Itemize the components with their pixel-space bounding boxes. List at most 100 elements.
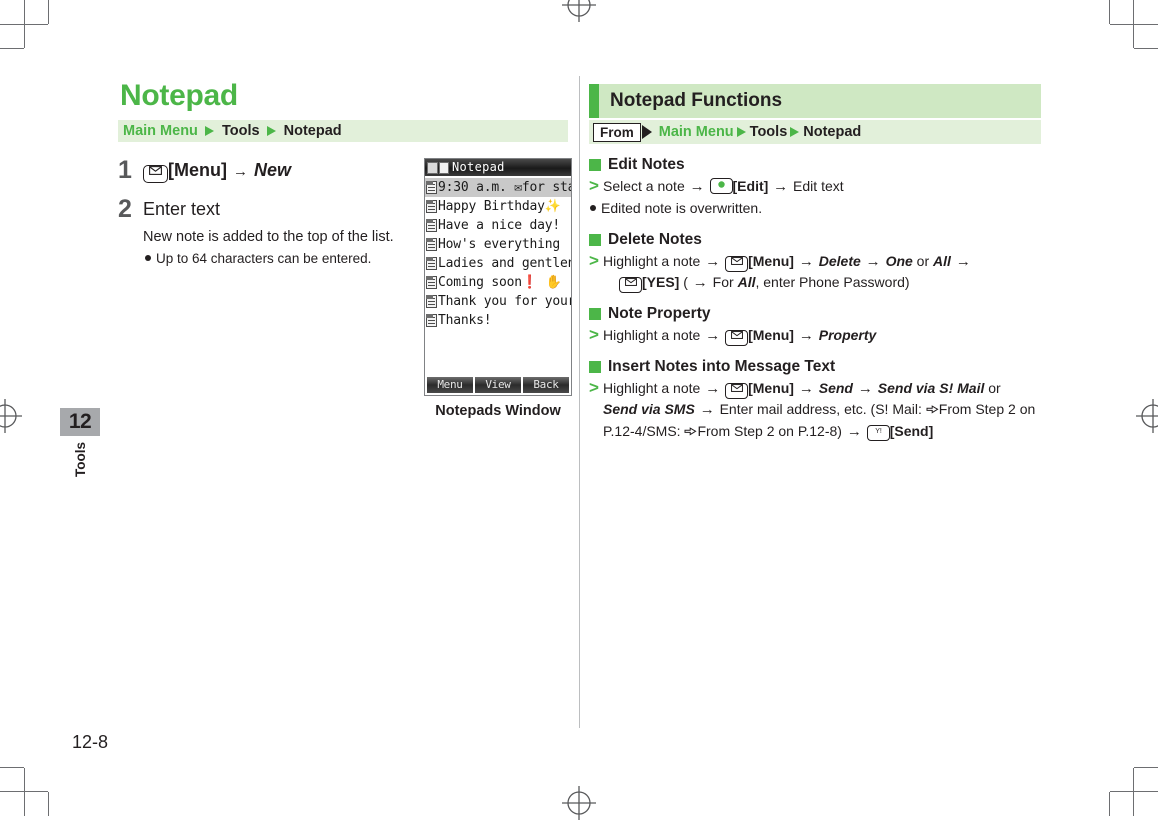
arrow-right-icon: → [865, 253, 881, 270]
list-item[interactable]: Thanks! [425, 311, 571, 330]
right-column: Notepad Functions From Main Menu Tools N… [589, 84, 1041, 443]
note-icon [426, 276, 437, 289]
crop-mark [1110, 24, 1158, 25]
envelope-key-icon [725, 330, 749, 346]
list-item[interactable]: Happy Birthday✨ [425, 197, 571, 216]
step-number: 2 [118, 195, 132, 223]
yhot-key-icon: Y! [866, 425, 890, 441]
functions-header-title: Notepad Functions [610, 90, 783, 111]
section-title: Delete Notes [589, 230, 1041, 249]
procedure-text: Highlight a note → [Menu] → Delete → One… [603, 253, 971, 293]
green-square-icon [589, 307, 601, 320]
note-icon [426, 181, 437, 194]
softkey-menu[interactable]: Menu [427, 377, 473, 393]
list-item[interactable]: 9:30 a.m. ✉for sta [425, 178, 571, 197]
breadcrumb-item-main-menu[interactable]: Main Menu [659, 124, 734, 140]
breadcrumb-item-tools[interactable]: Tools [222, 123, 260, 139]
arrow-right-icon: → [233, 163, 248, 180]
phone-note-list: 9:30 a.m. ✉for sta Happy Birthday✨ Have … [425, 176, 571, 330]
arrow-right-icon: → [705, 253, 721, 270]
list-item-label: Thank you for your [438, 294, 571, 309]
section-procedure: > Select a note → [Edit] → Edit text [589, 176, 1041, 197]
section-title-text: Delete Notes [608, 231, 702, 248]
svg-text:Y!: Y! [875, 428, 882, 435]
note-icon [426, 257, 437, 270]
pointing-hand-icon [684, 422, 698, 443]
list-item[interactable]: Thank you for your [425, 292, 571, 311]
breadcrumb-item-notepad[interactable]: Notepad [803, 124, 861, 140]
arrow-right-icon: → [773, 178, 789, 195]
arrow-right-icon: → [798, 380, 814, 397]
crop-mark [0, 48, 24, 49]
memo-icon [439, 161, 449, 174]
phone-softkey-bar: Menu View Back [425, 377, 571, 393]
section-title-text: Insert Notes into Message Text [608, 358, 836, 375]
procedure-text: Select a note → [Edit] → Edit text [603, 178, 844, 195]
list-item-label: Happy Birthday✨ [438, 199, 561, 214]
from-breadcrumb: From Main Menu Tools Notepad [589, 120, 1041, 144]
list-item-label: Ladies and gentlen [438, 256, 571, 271]
phone-screen: Notepad 9:30 a.m. ✉for sta Happy Birthda… [424, 158, 572, 396]
phone-title-text: Notepad [452, 160, 505, 174]
arrow-right-icon: → [705, 380, 721, 397]
phone-title-icons [427, 161, 449, 174]
step-description: New note is added to the top of the list… [143, 229, 394, 245]
breadcrumb: Main Menu Tools Notepad [118, 120, 568, 142]
section-title: Edit Notes [589, 155, 1041, 174]
list-item[interactable]: Have a nice day! [425, 216, 571, 235]
step-number: 1 [118, 156, 132, 184]
green-square-icon [589, 233, 601, 246]
list-item-label: Coming soon❗ ✋ [438, 275, 562, 290]
pointing-hand-icon [926, 400, 939, 421]
breadcrumb-item-tools[interactable]: Tools [750, 124, 788, 140]
chevron-right-icon: > [589, 378, 599, 397]
step-bullet-text: Up to 64 characters can be entered. [156, 251, 372, 266]
note-icon [426, 314, 437, 327]
breadcrumb-item-notepad[interactable]: Notepad [284, 123, 342, 139]
phone-screenshot: Notepad 9:30 a.m. ✉for sta Happy Birthda… [424, 158, 572, 419]
softkey-view[interactable]: View [475, 377, 521, 393]
section-title-text: Note Property [608, 305, 711, 322]
step-2: 2 Enter text New note is added to the to… [118, 195, 418, 268]
step-action: New [254, 160, 292, 180]
triangle-right-icon [736, 127, 746, 137]
from-label: From [593, 122, 641, 142]
section-insert-notes: Insert Notes into Message Text > Highlig… [589, 357, 1041, 443]
crop-mark [0, 24, 48, 25]
bullet-dot-icon [590, 205, 596, 211]
arrow-right-icon: → [846, 423, 862, 440]
green-square-icon [589, 360, 601, 373]
step-instruction: Enter text [143, 199, 221, 219]
triangle-right-icon [641, 125, 652, 139]
breadcrumb-item-main-menu[interactable]: Main Menu [123, 123, 198, 139]
note-icon [426, 219, 437, 232]
note-icon [426, 238, 437, 251]
chapter-tab: 12 Tools [60, 408, 100, 482]
note-icon [426, 200, 437, 213]
steps-list: 1 [Menu] → New 2 Enter text New note is … [118, 156, 418, 268]
list-item[interactable]: Coming soon❗ ✋ [425, 273, 571, 292]
list-item-label: 9:30 a.m. ✉for sta [438, 180, 571, 195]
section-procedure: > Highlight a note → [Menu] → Property [589, 325, 1041, 346]
phone-title-bar: Notepad [425, 159, 571, 176]
procedure-text: Highlight a note → [Menu] → Send → Send … [603, 378, 1041, 443]
page-title: Notepad [120, 79, 238, 112]
section-title: Insert Notes into Message Text [589, 357, 1041, 376]
crop-mark [1109, 792, 1110, 816]
envelope-key-icon [725, 256, 749, 272]
crop-mark [48, 792, 49, 816]
list-item[interactable]: How's everything [425, 235, 571, 254]
softkey-back[interactable]: Back [523, 377, 569, 393]
list-item-label: Thanks! [438, 313, 492, 328]
crop-mark [0, 767, 24, 768]
column-divider [579, 76, 580, 728]
section-delete-notes: Delete Notes > Highlight a note → [Menu]… [589, 230, 1041, 293]
crop-mark [1133, 768, 1134, 816]
section-edit-notes: Edit Notes > Select a note → [Edit] → Ed… [589, 155, 1041, 219]
arrow-right-icon: → [689, 178, 705, 195]
step-1: 1 [Menu] → New [118, 156, 418, 185]
crop-mark [1110, 791, 1158, 792]
arrow-right-icon: → [705, 327, 721, 344]
crop-mark [48, 0, 49, 24]
list-item[interactable]: Ladies and gentlen [425, 254, 571, 273]
